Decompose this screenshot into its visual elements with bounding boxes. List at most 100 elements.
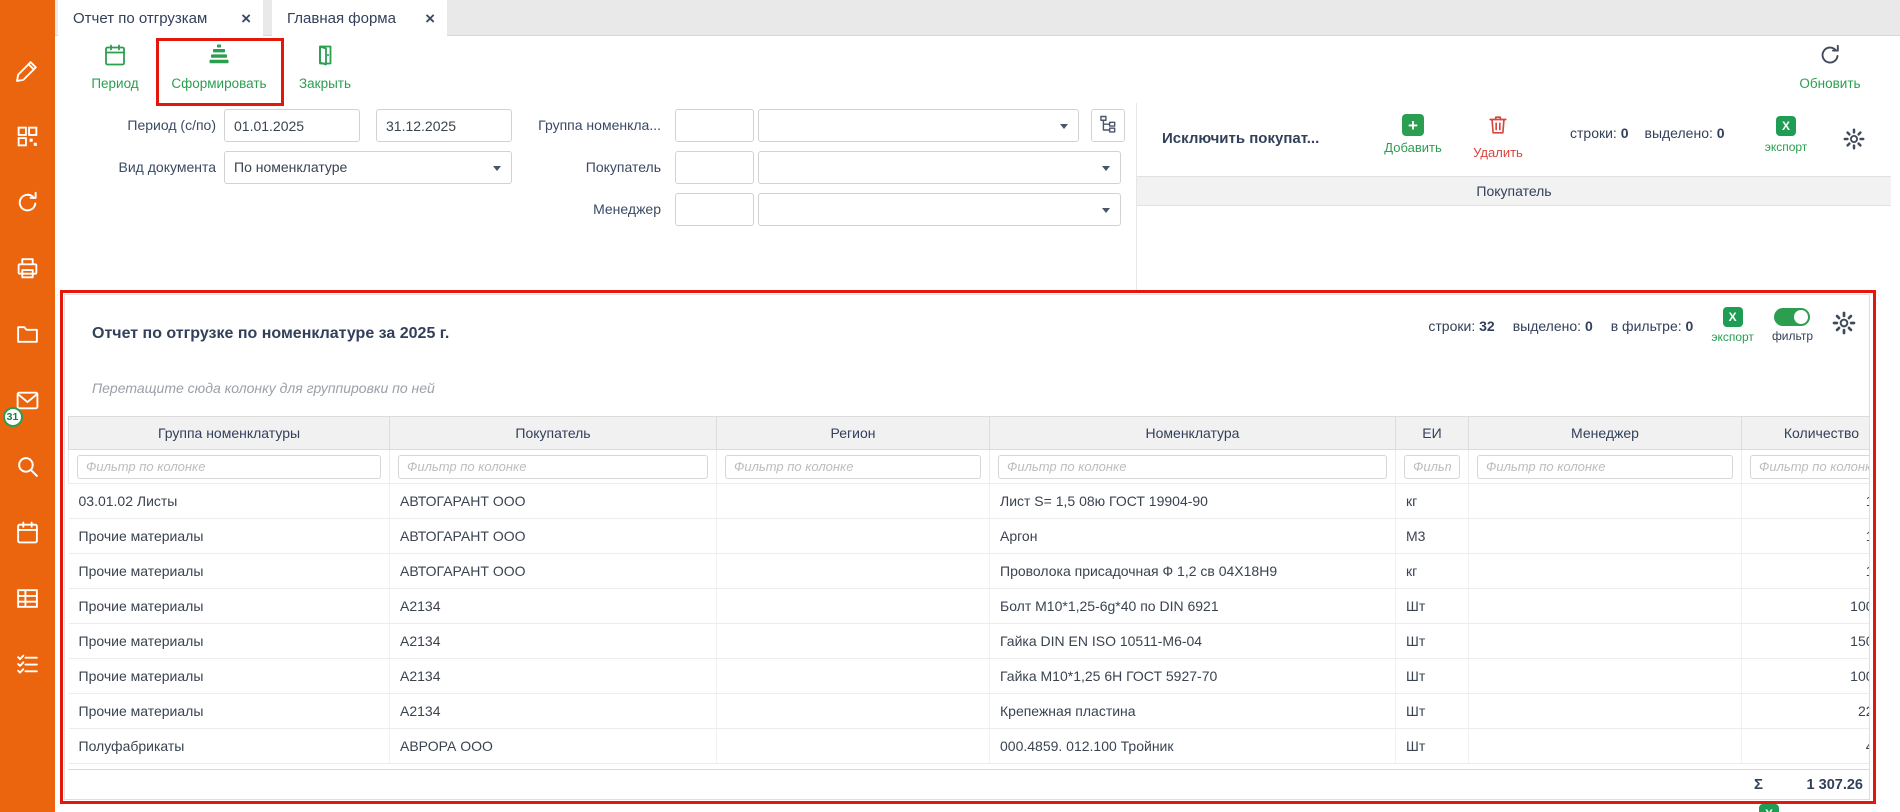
report-cell: Крепежная пластина (990, 694, 1396, 729)
report-cell: Шт (1396, 659, 1469, 694)
report-cell (717, 729, 990, 764)
column-filter-input[interactable] (1404, 455, 1460, 479)
report-cell: 000.4859. 012.100 Тройник (990, 729, 1396, 764)
excel-export-icon: X (1723, 307, 1743, 327)
period-button[interactable]: Период (65, 43, 165, 91)
calendar-icon (103, 43, 127, 72)
tab-bar: Отчет по отгрузкам × Главная форма × (55, 0, 1900, 36)
sidebar-tasks-button[interactable] (8, 647, 48, 687)
qr-code-icon (15, 124, 40, 154)
report-cell: 1.00 (1742, 484, 1871, 519)
generate-stack-icon (207, 43, 231, 72)
column-filter-input[interactable] (725, 455, 981, 479)
column-header[interactable]: Количество (1742, 417, 1871, 450)
sidebar-search-button[interactable] (8, 449, 48, 489)
table-row[interactable]: Прочие материалыА2134Крепежная пластинаШ… (69, 694, 1871, 729)
report-cell: АВРОРА ООО (390, 729, 717, 764)
nomenclature-group-code-input[interactable] (675, 109, 754, 142)
pencil-icon (15, 58, 40, 88)
plus-icon: + (1402, 114, 1424, 136)
report-settings-gear-icon[interactable] (1831, 310, 1857, 341)
report-cell (717, 589, 990, 624)
exclude-buyers-panel: Исключить покупат... + Добавить Удалить … (1137, 103, 1900, 290)
report-cell: Шт (1396, 729, 1469, 764)
export-button-label: экспорт (1765, 140, 1808, 154)
tree-icon (1098, 114, 1118, 137)
column-header[interactable]: Номенклатура (990, 417, 1396, 450)
filtered-count: в фильтре: 0 (1611, 318, 1694, 334)
selected-count-label: выделено: (1645, 125, 1713, 141)
excel-export-icon: X (1776, 116, 1796, 136)
table-row[interactable]: Прочие материалыА2134Гайка DIN EN ISO 10… (69, 624, 1871, 659)
report-cell: А2134 (390, 589, 717, 624)
filter-toggle[interactable]: фильтр (1772, 308, 1813, 343)
delete-buyer-button[interactable]: Удалить (1465, 114, 1531, 160)
report-cell: Аргон (990, 519, 1396, 554)
refresh-icon (1818, 43, 1842, 72)
sidebar-print-button[interactable] (8, 251, 48, 291)
buyer-label: Покупатель (475, 151, 661, 184)
column-filter-input[interactable] (1477, 455, 1733, 479)
chevron-down-icon (1102, 166, 1110, 171)
report-cell: Болт М10*1,25-6g*40 по DIN 6921 (990, 589, 1396, 624)
manager-code-input[interactable] (675, 193, 754, 226)
nomenclature-group-select[interactable] (758, 109, 1079, 142)
tab-main-form[interactable]: Главная форма × (272, 0, 447, 36)
manager-label: Менеджер (475, 193, 661, 226)
report-cell: Прочие материалы (69, 554, 390, 589)
report-toolbar: Период Сформировать Закрыть Обновить (55, 36, 1900, 103)
column-header[interactable]: ЕИ (1396, 417, 1469, 450)
tab-shipment-report[interactable]: Отчет по отгрузкам × (58, 0, 263, 36)
column-filter-input[interactable] (998, 455, 1387, 479)
report-cell: Полуфабрикаты (69, 729, 390, 764)
column-filter-input[interactable] (398, 455, 708, 479)
sidebar-sync-button[interactable] (8, 185, 48, 225)
table-row[interactable]: 03.01.02 ЛистыАВТОГАРАНТ ОООЛист S= 1,5 … (69, 484, 1871, 519)
table-row[interactable]: ПолуфабрикатыАВРОРА ООО 000.4859. 012.100… (69, 729, 1871, 764)
refresh-button[interactable]: Обновить (1780, 43, 1880, 91)
report-cell: АВТОГАРАНТ ООО (390, 554, 717, 589)
table-row[interactable]: Прочие материалыАВТОГАРАНТ ОООПроволока … (69, 554, 1871, 589)
exclude-settings-gear-icon[interactable] (1842, 127, 1866, 156)
report-cell: М3 (1396, 519, 1469, 554)
report-cell (1469, 729, 1742, 764)
column-header[interactable]: Группа номенклатуры (69, 417, 390, 450)
printer-icon (15, 256, 40, 286)
column-header[interactable]: Менеджер (1469, 417, 1742, 450)
column-header[interactable]: Регион (717, 417, 990, 450)
column-filter-input[interactable] (77, 455, 381, 479)
table-row[interactable]: Прочие материалыАВТОГАРАНТ ОООАргонМ31.0… (69, 519, 1871, 554)
report-export-button[interactable]: X экспорт (1711, 307, 1754, 344)
close-tab-icon[interactable]: × (411, 10, 435, 27)
manager-select[interactable] (758, 193, 1121, 226)
tree-view-button[interactable] (1091, 109, 1125, 142)
sidebar-qr-button[interactable] (8, 119, 48, 159)
selected-count-value: 0 (1585, 318, 1593, 334)
exclude-column-header[interactable]: Покупатель (1137, 176, 1891, 206)
close-tab-icon[interactable]: × (227, 10, 251, 27)
sidebar-folder-button[interactable] (8, 317, 48, 357)
sidebar-edit-button[interactable] (8, 53, 48, 93)
close-button[interactable]: Закрыть (275, 43, 375, 91)
table-row[interactable]: Прочие материалыА2134Гайка М10*1,25 6Н Г… (69, 659, 1871, 694)
doc-type-select[interactable]: По номенклатуре (224, 151, 512, 184)
sum-value: 1 307.26 (1807, 777, 1863, 793)
report-cell (1469, 484, 1742, 519)
nomenclature-group-label: Группа номенкла... (475, 109, 661, 142)
buyer-select[interactable] (758, 151, 1121, 184)
exclude-export-button[interactable]: X экспорт (1757, 116, 1815, 154)
generate-button[interactable]: Сформировать (169, 43, 269, 91)
sidebar-mail-button[interactable]: 31 (8, 383, 48, 423)
date-from-input[interactable] (224, 109, 360, 142)
excel-export-icon[interactable]: X (1759, 804, 1779, 812)
rows-count-value: 32 (1479, 318, 1495, 334)
column-header[interactable]: Покупатель (390, 417, 717, 450)
column-filter-input[interactable] (1750, 455, 1870, 479)
table-row[interactable]: Прочие материалыА2134Болт М10*1,25-6g*40… (69, 589, 1871, 624)
buyer-code-input[interactable] (675, 151, 754, 184)
add-buyer-button[interactable]: + Добавить (1375, 114, 1451, 155)
export-button-label: экспорт (1711, 330, 1754, 344)
sidebar-table-button[interactable] (8, 581, 48, 621)
doc-type-value: По номенклатуре (234, 159, 347, 175)
sidebar-calendar-button[interactable] (8, 515, 48, 555)
